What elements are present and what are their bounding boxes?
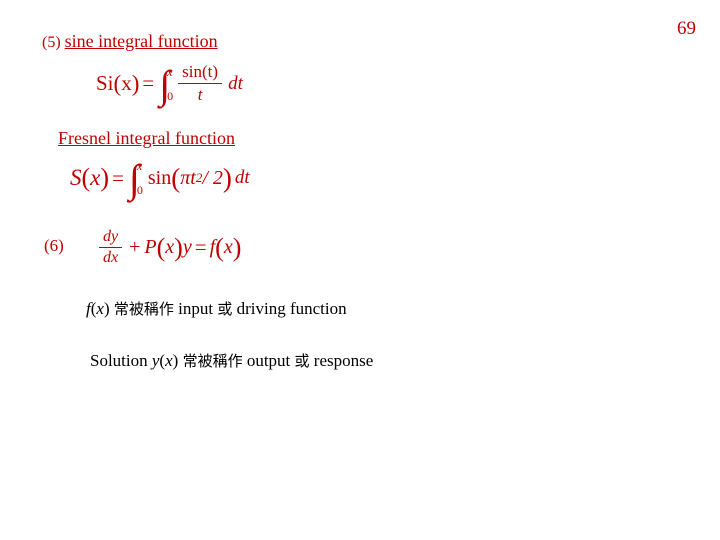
fresnel-close-paren: ) [100,163,110,192]
fresnel-heading: Fresnel integral function [58,128,235,148]
formula-fresnel-integral: S ( x ) = ∫ x 0 sin ( π t 2 / 2 ) dt [70,156,250,202]
ode-derivative-denominator: dx [99,247,123,267]
item-5-title: sine integral function [64,31,218,51]
ode-y-term: y [182,236,192,258]
si-integral-operator: ∫ x 0 [159,61,173,107]
item-5-number: (5) [42,34,61,51]
note-line2-cjk: 常被稱作 [182,352,243,370]
si-function-name: Si [96,71,114,95]
si-differential: dt [228,72,243,94]
note-f-close-paren: ) [103,299,110,318]
integral-sign-icon: ∫ [128,156,140,202]
fresnel-arg-divisor: / 2 [202,166,223,189]
fresnel-arg-open-paren: ( [171,162,181,193]
si-equals-sign: = [142,71,155,95]
note-line-output: Solution y(x) 常被稱作 output 或 response [90,350,373,371]
fresnel-variable: x [90,165,101,190]
ode-f-variable: x [223,236,233,258]
ode-p-close-paren: ) [174,232,183,262]
integral-sign-icon: ∫ [159,61,171,107]
formula-linear-ode: dy dx + P ( x ) y = f ( x ) [96,228,241,267]
item-6-number: (6) [44,236,64,255]
ode-equals-sign: = [194,235,207,259]
si-fraction-numerator: sin(t) [182,62,219,81]
note-f-variable: x [96,299,104,318]
ode-p-function-name: P [144,236,157,258]
fresnel-arg-close-paren: ) [222,162,232,193]
fresnel-sin-function: sin [147,166,172,189]
note-line1-cjk: 常被稱作 [113,300,174,318]
note-line2-solution: Solution [90,351,152,370]
slide-canvas: 69 (5) sine integral function Si ( x ) = … [0,0,720,540]
ode-plus-sign: + [129,236,141,258]
ode-derivative-fraction: dy dx [99,228,123,267]
ode-p-open-paren: ( [156,232,166,262]
note-y-variable: x [165,351,173,370]
si-close-paren: ) [131,70,140,96]
fresnel-arg-pi: π [180,166,191,189]
note-line1-input: input [178,299,214,318]
item-5-heading: (5) sine integral function [42,31,218,52]
fresnel-function-name: S [70,165,82,190]
ode-f-close-paren: ) [232,232,242,262]
ode-p-variable: x [165,236,175,258]
fresnel-differential: dt [234,167,250,188]
note-line2-response: response [313,351,374,370]
si-fraction: sin(t) t [178,62,223,105]
note-line2-output: output [246,351,291,370]
formula-sine-integral: Si ( x ) = ∫ x 0 sin(t) t dt [96,62,243,105]
fresnel-integral-operator: ∫ x 0 [128,156,143,202]
note-line1-driving-function: driving function [236,299,347,318]
fresnel-equals-sign: = [112,165,124,190]
si-variable: x [121,71,132,95]
note-y-close-paren: ) [172,351,179,370]
ode-f-open-paren: ( [215,232,224,262]
note-line2-or: 或 [294,352,310,370]
note-line1-or: 或 [217,300,233,318]
note-line-input: f(x) 常被稱作 input 或 driving function [86,298,347,319]
si-open-paren: ( [113,70,122,96]
ode-derivative-numerator: dy [103,228,119,245]
si-fraction-denominator: t [178,83,223,105]
fresnel-open-paren: ( [81,163,91,192]
page-number: 69 [677,18,696,39]
